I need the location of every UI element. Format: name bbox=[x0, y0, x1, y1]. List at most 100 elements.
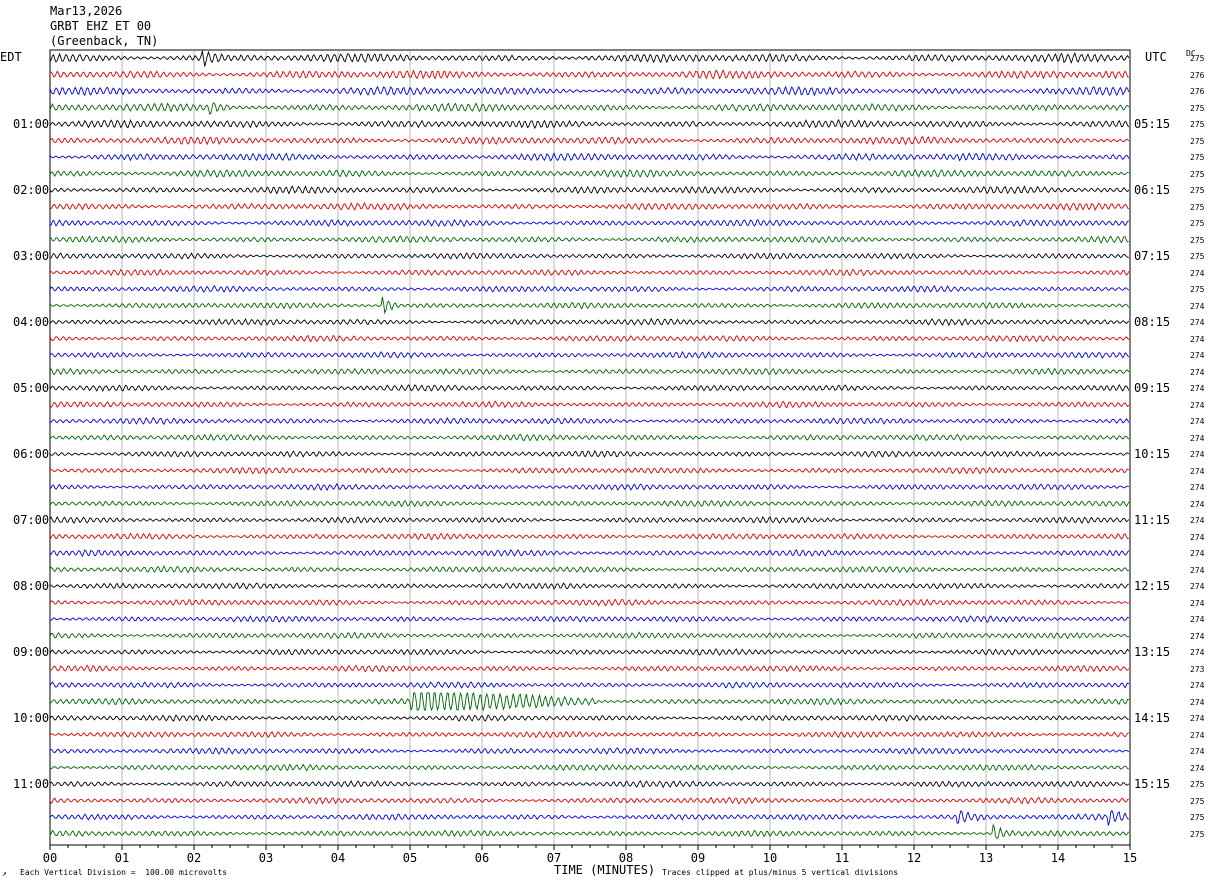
dc-offset-value: 276 bbox=[1190, 70, 1205, 80]
dc-offset-value: 274 bbox=[1190, 351, 1205, 360]
trace-line bbox=[49, 135, 1130, 146]
right-time-label: 11:15 bbox=[1134, 513, 1171, 527]
trace-line bbox=[49, 185, 1130, 195]
dc-offset-value: 275 bbox=[1190, 136, 1205, 146]
left-time-label: 01:00 bbox=[13, 117, 50, 131]
dc-offset-value: 274 bbox=[1190, 417, 1205, 426]
x-tick-label: 13 bbox=[979, 851, 993, 865]
dc-offset-value: 275 bbox=[1190, 219, 1205, 228]
left-time-label: 11:00 bbox=[13, 777, 50, 791]
minute-grid bbox=[49, 49, 1131, 846]
time-axis: 00 01 02 03 04 05 06 07 08 09 10 11 12 13 14 15 bbox=[43, 845, 1137, 865]
dc-offset-value: 274 bbox=[1190, 318, 1205, 327]
trace-line bbox=[49, 681, 1130, 689]
trace-line bbox=[49, 151, 1130, 162]
trace-line bbox=[49, 532, 1130, 541]
clip-note: Traces clipped at plus/minus 5 vertical … bbox=[662, 868, 899, 877]
trace-line bbox=[49, 664, 1130, 673]
x-tick-label: 03 bbox=[259, 851, 273, 865]
left-time-label: 02:00 bbox=[13, 183, 50, 197]
dc-offset-value: 274 bbox=[1190, 367, 1205, 377]
dc-offset-value: 274 bbox=[1190, 268, 1205, 278]
x-axis-title: TIME (MINUTES) bbox=[554, 863, 656, 877]
trace-line bbox=[49, 235, 1129, 244]
trace-line bbox=[49, 383, 1130, 392]
trace-line bbox=[49, 763, 1129, 772]
dc-offset-value: 274 bbox=[1190, 450, 1205, 459]
dc-offset-value: 274 bbox=[1190, 565, 1205, 575]
dc-offset-value: 274 bbox=[1190, 466, 1205, 476]
left-time-label: 04:00 bbox=[13, 315, 50, 329]
right-time-label: 08:15 bbox=[1134, 315, 1171, 329]
dc-offset-value: 274 bbox=[1190, 301, 1205, 311]
trace-line bbox=[49, 615, 1130, 624]
dc-offset-value: 275 bbox=[1190, 813, 1205, 822]
trace-line bbox=[49, 466, 1130, 475]
trace-line bbox=[49, 809, 1129, 826]
trace-line bbox=[49, 823, 1130, 839]
trace-line bbox=[49, 648, 1130, 656]
trace-line bbox=[49, 598, 1129, 607]
dc-offset-value: 275 bbox=[1190, 169, 1205, 179]
trace-line bbox=[49, 252, 1129, 260]
x-tick-label: 12 bbox=[907, 851, 921, 865]
trace-line bbox=[49, 449, 1130, 458]
dc-offset-value: 274 bbox=[1190, 400, 1205, 410]
trace-line bbox=[49, 400, 1130, 409]
trace-line bbox=[49, 714, 1129, 722]
dc-offset-value: 275 bbox=[1190, 120, 1205, 129]
trace-line bbox=[49, 582, 1129, 590]
trace-line bbox=[49, 433, 1130, 442]
trace-line bbox=[49, 730, 1129, 739]
dc-offset-value: 274 bbox=[1190, 615, 1205, 624]
left-time-label: 09:00 bbox=[13, 645, 50, 659]
seismic-traces bbox=[49, 50, 1130, 839]
trace-line bbox=[49, 118, 1130, 130]
x-tick-label: 10 bbox=[763, 851, 777, 865]
dc-offset-value: 275 bbox=[1190, 780, 1205, 789]
left-time-label: 05:00 bbox=[13, 381, 50, 395]
trace-line bbox=[49, 268, 1130, 277]
dc-offset-value: 275 bbox=[1190, 54, 1205, 63]
right-time-label: 12:15 bbox=[1134, 579, 1171, 593]
right-time-label: 15:15 bbox=[1134, 777, 1171, 791]
left-time-label: 06:00 bbox=[13, 447, 50, 461]
dc-offset-value: 276 bbox=[1190, 87, 1205, 96]
x-tick-label: 15 bbox=[1123, 851, 1137, 865]
trace-line bbox=[49, 416, 1130, 426]
trace-line bbox=[49, 317, 1130, 327]
scale-note-icon: ↗ bbox=[2, 869, 7, 878]
dc-offset-value: 274 bbox=[1190, 681, 1205, 690]
right-time-label: 14:15 bbox=[1134, 711, 1171, 725]
x-tick-label: 00 bbox=[43, 851, 57, 865]
dc-offset-value: 274 bbox=[1190, 763, 1205, 773]
trace-line bbox=[49, 482, 1129, 492]
dc-offset-value: 274 bbox=[1190, 648, 1205, 657]
x-tick-label: 04 bbox=[331, 851, 345, 865]
dc-offset-value: 274 bbox=[1190, 516, 1205, 525]
trace-line bbox=[49, 50, 1130, 67]
dc-offset-value: 275 bbox=[1190, 103, 1205, 113]
dc-offset-value: 275 bbox=[1190, 153, 1205, 162]
right-time-label: 06:15 bbox=[1134, 183, 1171, 197]
trace-line bbox=[50, 201, 1130, 212]
x-tick-label: 06 bbox=[475, 851, 489, 865]
dc-offset-value: 274 bbox=[1190, 384, 1205, 393]
right-time-label: 13:15 bbox=[1134, 645, 1171, 659]
trace-line bbox=[49, 102, 1130, 115]
x-tick-label: 01 bbox=[115, 851, 129, 865]
trace-line bbox=[49, 691, 1129, 712]
trace-line bbox=[49, 284, 1130, 293]
x-tick-label: 09 bbox=[691, 851, 705, 865]
right-time-label: 07:15 bbox=[1134, 249, 1171, 263]
trace-line bbox=[49, 565, 1129, 574]
dc-offset-value: 275 bbox=[1190, 202, 1205, 212]
dc-offset-value: 275 bbox=[1190, 796, 1205, 806]
left-time-label: 07:00 bbox=[13, 513, 50, 527]
dc-offset-value: 275 bbox=[1190, 235, 1205, 245]
x-tick-label: 05 bbox=[403, 851, 417, 865]
right-time-label: 09:15 bbox=[1134, 381, 1171, 395]
trace-line bbox=[49, 169, 1129, 178]
plot-frame bbox=[49, 49, 1131, 846]
dc-offset-value: 274 bbox=[1190, 549, 1205, 558]
